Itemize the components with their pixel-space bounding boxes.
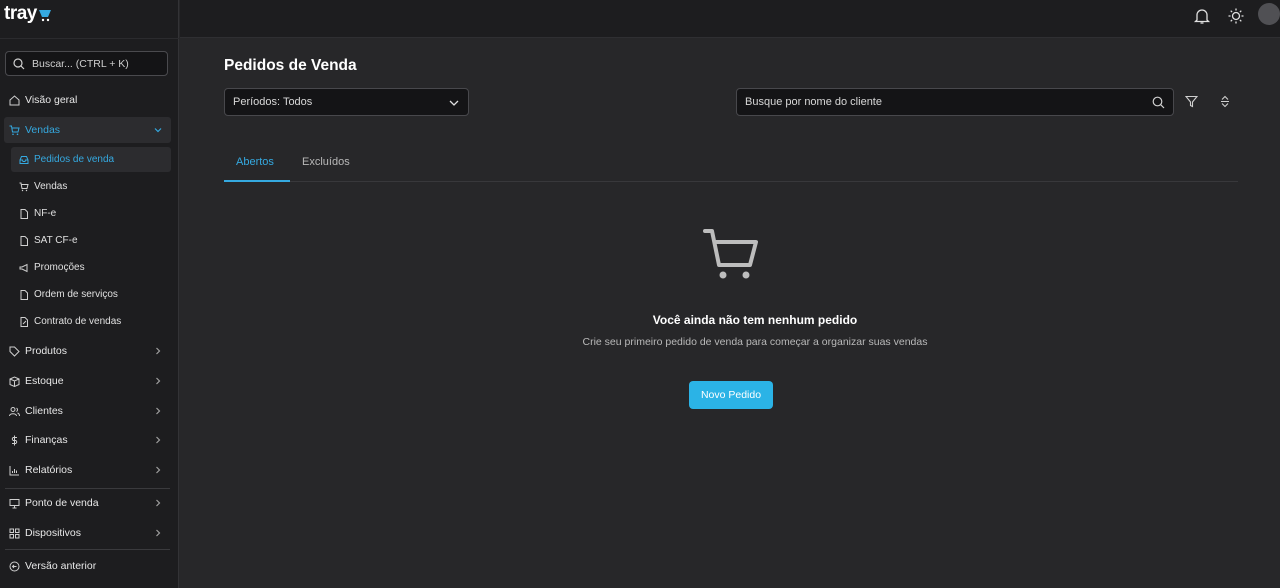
tag-icon xyxy=(9,346,20,357)
subitem-label: SAT CF-e xyxy=(34,235,78,246)
file-icon xyxy=(19,208,29,219)
subitem-label: Promoções xyxy=(34,262,85,273)
chevron-right-icon xyxy=(153,498,163,508)
bell-icon[interactable] xyxy=(1193,7,1211,25)
chevron-right-icon xyxy=(153,346,163,356)
top-bar xyxy=(180,0,1280,38)
chevron-right-icon xyxy=(153,528,163,538)
sidebar-item-label: Produtos xyxy=(25,345,68,357)
tabs: Abertos Excluídos xyxy=(224,150,1238,182)
cart-icon xyxy=(19,182,29,192)
file-icon xyxy=(19,235,29,246)
sidebar-subitem-pedidos-de-venda[interactable]: Pedidos de venda xyxy=(11,147,171,172)
subitem-label: Vendas xyxy=(34,181,68,192)
sidebar-subitem-contrato-vendas[interactable]: Contrato de vendas xyxy=(11,309,171,334)
sidebar: tray Visão geral Vendas Pedidos de venda… xyxy=(0,0,179,588)
search-icon xyxy=(13,57,25,69)
subitem-label: Pedidos de venda xyxy=(34,154,115,165)
cart-icon xyxy=(703,229,758,279)
sidebar-subitem-sat-cfe[interactable]: SAT CF-e xyxy=(11,228,171,253)
empty-state-title: Você ainda não tem nenhum pedido xyxy=(652,313,858,327)
sidebar-search[interactable] xyxy=(5,51,168,76)
search-icon[interactable] xyxy=(1152,96,1165,109)
sidebar-item-dispositivos[interactable]: Dispositivos xyxy=(4,520,171,546)
sidebar-item-produtos[interactable]: Produtos xyxy=(4,338,171,364)
file-edit-icon xyxy=(19,316,29,327)
users-icon xyxy=(9,406,20,417)
back-circle-icon xyxy=(9,561,20,572)
sidebar-item-relatorios[interactable]: Relatórios xyxy=(4,457,171,483)
sidebar-subitem-ordem-servicos[interactable]: Ordem de serviços xyxy=(11,282,171,307)
sidebar-item-clientes[interactable]: Clientes xyxy=(4,398,171,424)
active-tab-indicator xyxy=(224,180,290,182)
logo-text: tray xyxy=(4,3,37,24)
sidebar-item-label: Vendas xyxy=(25,124,61,136)
tray-logo[interactable]: tray xyxy=(4,3,52,29)
chevron-down-icon xyxy=(449,100,459,106)
chevron-right-icon xyxy=(153,406,163,416)
page-title: Pedidos de Venda xyxy=(224,57,357,74)
empty-state-description: Crie seu primeiro pedido de venda para c… xyxy=(582,336,928,348)
tab-abertos[interactable]: Abertos xyxy=(236,156,274,168)
sidebar-item-label: Estoque xyxy=(25,375,64,387)
divider xyxy=(5,488,170,489)
divider xyxy=(5,549,170,550)
dollar-icon xyxy=(9,435,20,446)
sort-icon[interactable] xyxy=(1219,95,1231,108)
sidebar-subitem-nfe[interactable]: NF-e xyxy=(11,201,171,226)
chevron-right-icon xyxy=(153,465,163,475)
sidebar-item-label: Visão geral xyxy=(25,94,78,106)
sun-icon[interactable] xyxy=(1227,7,1245,25)
sidebar-item-label: Finanças xyxy=(25,434,68,446)
cart-icon xyxy=(9,125,20,136)
sidebar-item-label: Versão anterior xyxy=(25,560,97,572)
sidebar-item-ponto-de-venda[interactable]: Ponto de venda xyxy=(4,490,171,516)
subitem-label: NF-e xyxy=(34,208,57,219)
chevron-right-icon xyxy=(153,376,163,386)
inbox-icon xyxy=(19,155,29,165)
subitem-label: Ordem de serviços xyxy=(34,289,118,300)
sidebar-subitem-vendas[interactable]: Vendas xyxy=(11,174,171,199)
client-search-input[interactable] xyxy=(745,96,1145,108)
megaphone-icon xyxy=(19,263,29,273)
monitor-icon xyxy=(9,498,20,509)
subitem-label: Contrato de vendas xyxy=(34,316,122,327)
sidebar-item-label: Ponto de venda xyxy=(25,497,99,509)
avatar[interactable] xyxy=(1258,3,1280,25)
tab-excluidos[interactable]: Excluídos xyxy=(302,156,350,168)
sidebar-item-versao-anterior[interactable]: Versão anterior xyxy=(4,553,171,579)
chevron-down-icon xyxy=(153,125,163,135)
sidebar-item-financas[interactable]: Finanças xyxy=(4,427,171,453)
new-order-button[interactable]: Novo Pedido xyxy=(689,381,773,409)
filter-icon[interactable] xyxy=(1185,95,1198,108)
chart-icon xyxy=(9,465,20,476)
divider xyxy=(0,38,179,39)
sidebar-subitem-promocoes[interactable]: Promoções xyxy=(11,255,171,280)
period-select[interactable]: Períodos: Todos xyxy=(224,88,469,116)
home-icon xyxy=(9,94,20,106)
chevron-right-icon xyxy=(153,435,163,445)
grid-icon xyxy=(9,528,20,539)
sidebar-item-visao-geral[interactable]: Visão geral xyxy=(4,87,171,113)
sidebar-item-estoque[interactable]: Estoque xyxy=(4,368,171,394)
client-search[interactable] xyxy=(736,88,1174,116)
sidebar-item-label: Clientes xyxy=(25,405,63,417)
sidebar-item-vendas[interactable]: Vendas xyxy=(4,117,171,143)
sidebar-item-label: Relatórios xyxy=(25,464,73,476)
file-icon xyxy=(19,289,29,300)
search-input[interactable] xyxy=(32,57,162,70)
logo-cart-icon xyxy=(38,10,51,22)
period-select-value: Períodos: Todos xyxy=(233,96,313,108)
box-icon xyxy=(9,375,20,387)
sidebar-item-label: Dispositivos xyxy=(25,527,82,539)
